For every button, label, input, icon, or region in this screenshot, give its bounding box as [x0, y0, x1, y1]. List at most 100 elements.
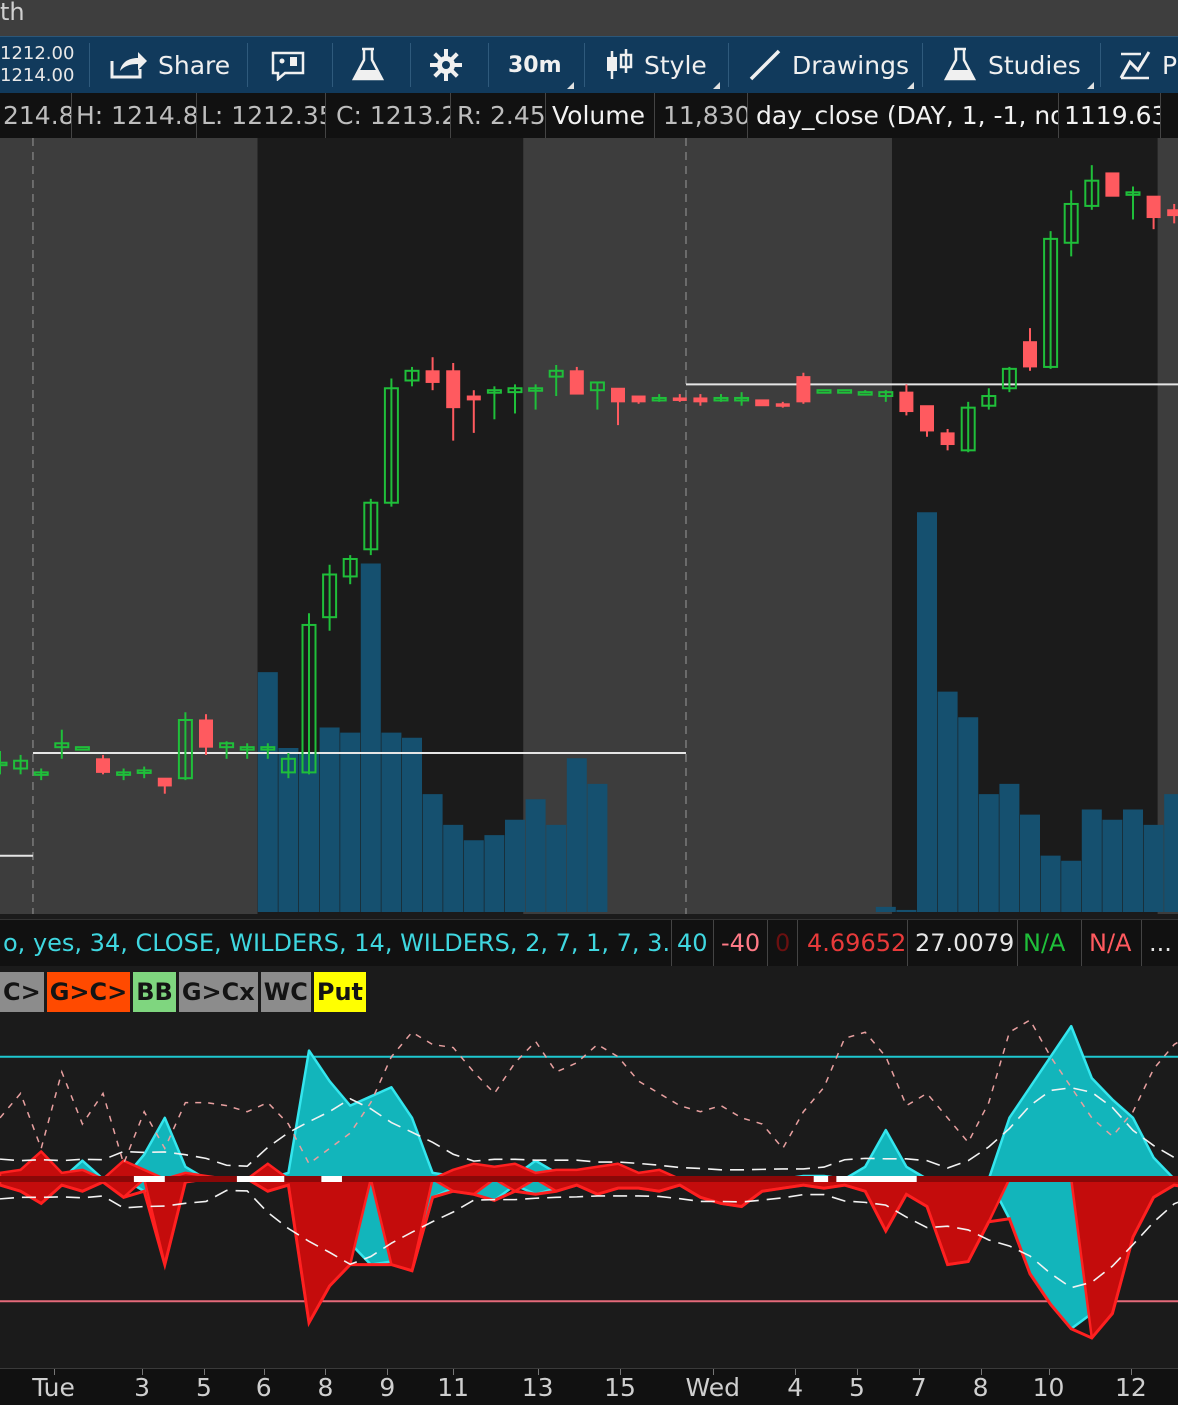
candle-body	[672, 397, 687, 401]
x-axis-label: 9	[379, 1373, 396, 1402]
x-axis-label: 4	[787, 1373, 804, 1402]
volume-bar	[319, 727, 340, 912]
x-axis-label: 5	[195, 1373, 212, 1402]
signal-label: BB	[133, 972, 176, 1012]
volume-value: 11,830	[660, 93, 748, 138]
message-button[interactable]	[262, 37, 326, 93]
x-axis-label: Wed	[685, 1373, 741, 1402]
volume-bar	[875, 906, 896, 912]
window-title: th	[0, 0, 25, 26]
ask-price: 1214.00	[0, 65, 75, 86]
volume-bar	[463, 840, 484, 912]
x-axis-label: 12	[1115, 1373, 1147, 1402]
chart-toolbar: 1212.00 1214.00 Share 30m Style Drawings…	[0, 36, 1178, 94]
study-value-4: 4.69652	[804, 920, 908, 966]
timeframe-button[interactable]: 30m	[500, 37, 576, 93]
oscillator-chart[interactable]	[0, 1014, 1178, 1368]
signal-label: C>	[0, 972, 44, 1012]
volume-bar	[505, 819, 525, 912]
price-chart[interactable]	[0, 138, 1178, 914]
pattern-label: P	[1162, 50, 1178, 80]
pattern-icon	[1119, 51, 1151, 80]
dropdown-corner-icon	[907, 82, 914, 89]
toolbar-separator	[488, 43, 489, 87]
time-axis: Tue 3 5 6 8 9 11 13 15 Wed 4 5 7 8 10 12	[0, 1368, 1178, 1405]
signal-label: G>Cx	[178, 972, 258, 1012]
window-title-strip: th	[0, 0, 1178, 36]
candle-body	[693, 397, 708, 403]
candle-body	[1167, 209, 1178, 217]
study-info-bar: o, yes, 34, CLOSE, WILDERS, 14, WILDERS,…	[0, 919, 1178, 966]
quote-info-bar: 214.8 H: 1214.8 L: 1212.35 C: 1213.2 R: …	[0, 93, 1178, 138]
x-axis-label: 8	[972, 1373, 989, 1402]
study-more[interactable]: ...	[1146, 920, 1178, 966]
dropdown-corner-icon	[1087, 82, 1094, 89]
settings-button[interactable]	[420, 37, 480, 93]
volume-bar	[257, 672, 278, 912]
toolbar-separator	[728, 43, 729, 87]
toolbar-separator	[922, 43, 923, 87]
volume-bar	[1143, 824, 1164, 912]
drawings-button[interactable]: Drawings	[740, 37, 916, 93]
pattern-button[interactable]: P	[1110, 37, 1178, 93]
study-value-lower: -40	[718, 920, 768, 966]
signal-label: G>C>	[46, 972, 131, 1012]
candle-body	[1023, 341, 1037, 368]
volume-bar	[546, 824, 567, 912]
x-axis-label: 11	[437, 1373, 470, 1402]
candle-body	[940, 432, 955, 446]
volume-bar	[566, 758, 587, 912]
toolbar-separator	[584, 43, 585, 87]
toolbar-separator	[410, 43, 411, 87]
volume-bar	[402, 737, 422, 912]
toolbar-separator	[247, 43, 248, 87]
volume-bar	[1020, 814, 1040, 912]
study-params[interactable]: o, yes, 34, CLOSE, WILDERS, 14, WILDERS,…	[0, 920, 672, 966]
x-axis-label: 3	[134, 1373, 151, 1402]
volume-bar	[381, 732, 402, 912]
candle-body	[199, 719, 213, 748]
x-axis-label: 8	[317, 1373, 334, 1402]
candle-body	[96, 758, 110, 773]
x-axis-label: Tue	[32, 1373, 75, 1402]
volume-bar	[484, 835, 505, 912]
volume-bar	[917, 512, 937, 912]
study-value-5: 27.0079	[912, 920, 1018, 966]
timeframe-label: 30m	[508, 52, 562, 78]
toolbar-separator	[89, 43, 90, 87]
drawings-icon	[749, 49, 781, 81]
x-axis-label: 5	[849, 1373, 865, 1402]
volume-bar	[443, 824, 464, 912]
x-axis-label: 13	[521, 1373, 554, 1402]
lab-button[interactable]	[342, 37, 402, 93]
signal-labels: C> G>C> BB G>Cx WC Put	[0, 972, 367, 1014]
candle-body	[899, 391, 914, 413]
signal-label: WC	[260, 972, 311, 1012]
toolbar-separator	[332, 43, 333, 87]
day-close-study-label[interactable]: day_close (DAY, 1, -1, no)	[753, 93, 1059, 138]
close-value: C: 1213.2	[333, 93, 451, 138]
candle-body	[446, 370, 461, 409]
studies-label: Studies	[988, 50, 1081, 80]
style-label: Style	[644, 50, 707, 80]
volume-bar	[937, 691, 958, 912]
style-button[interactable]: Style	[596, 37, 722, 93]
study-value-7: N/A	[1086, 920, 1142, 966]
candle-body	[157, 777, 172, 787]
share-button[interactable]: Share	[100, 37, 244, 93]
volume-bar	[1061, 860, 1082, 912]
study-value-upper: 40	[674, 920, 714, 966]
style-icon	[607, 49, 633, 79]
volume-bar	[525, 799, 546, 912]
candle-body	[755, 399, 770, 407]
x-axis-label: 15	[604, 1373, 636, 1402]
volume-bar	[978, 794, 999, 912]
candle-body	[1105, 172, 1120, 197]
volume-label[interactable]: Volume	[549, 93, 655, 138]
candle-body	[1146, 195, 1161, 219]
high-value: H: 1214.8	[73, 93, 197, 138]
studies-button[interactable]: Studies	[934, 37, 1096, 93]
dropdown-corner-icon	[713, 82, 720, 89]
x-axis-label: 10	[1032, 1373, 1065, 1402]
candle-body	[569, 370, 584, 395]
